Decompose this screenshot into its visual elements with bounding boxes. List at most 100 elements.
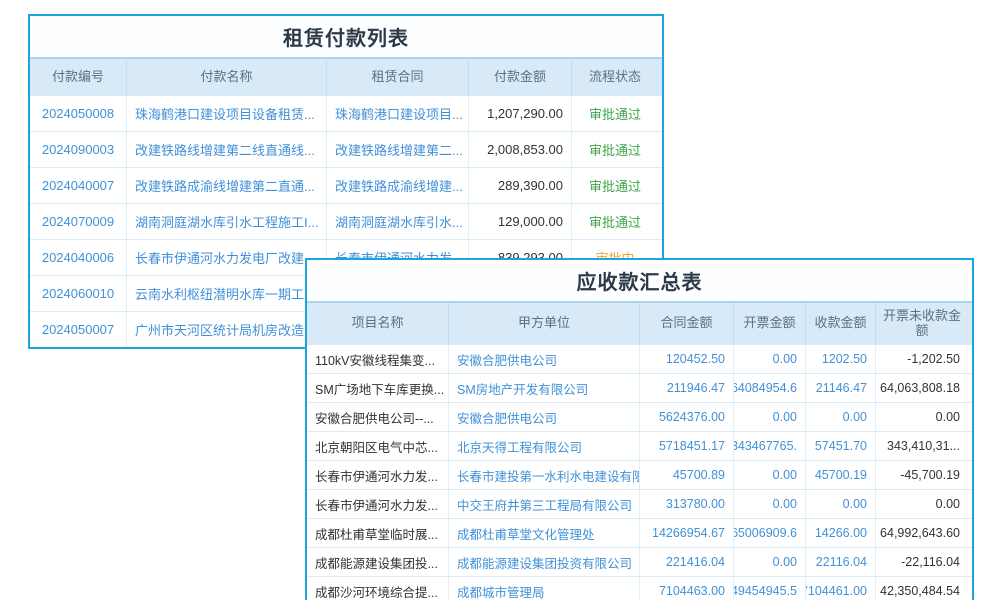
received-amount-value: 7104461.00 — [806, 577, 876, 600]
table-row: 安徽合肥供电公司--... 安徽合肥供电公司 5624376.00 0.00 0… — [307, 402, 972, 431]
receivables-table-header: 项目名称 甲方单位 合同金额 开票金额 收款金额 开票未收款金额 — [307, 303, 972, 344]
received-amount-value: 57451.70 — [806, 432, 876, 460]
payment-name-link[interactable]: 改建铁路成渝线增建第二直通... — [127, 168, 327, 203]
payment-id-link[interactable]: 2024050007 — [30, 312, 127, 347]
page: 租赁付款列表 付款编号 付款名称 租赁合同 付款金额 流程状态 20240500… — [0, 0, 1000, 600]
project-name-cell: 长春市伊通河水力发... — [307, 461, 449, 489]
received-amount-value: 21146.47 — [806, 374, 876, 402]
uncollected-amount-value: 0.00 — [876, 490, 968, 518]
lease-contract-link[interactable]: 珠海鹤港口建设项目... — [327, 96, 469, 131]
contract-amount-value: 211946.47 — [640, 374, 734, 402]
payment-name-link[interactable]: 湖南洞庭湖水库引水工程施工I... — [127, 204, 327, 239]
column-header-received-amount: 收款金额 — [806, 303, 876, 344]
payment-name-link[interactable]: 广州市天河区统计局机房改造... — [127, 312, 327, 347]
uncollected-amount-value: 64,063,808.18 — [876, 374, 968, 402]
table-row: 2024090003 改建铁路线增建第二线直通线... 改建铁路线增建第二...… — [30, 131, 662, 167]
received-amount-value: 0.00 — [806, 490, 876, 518]
invoiced-amount-value: 0.00 — [734, 403, 806, 431]
payment-name-link[interactable]: 长春市伊通河水力发电厂改建... — [127, 240, 327, 275]
payment-name-link[interactable]: 珠海鹤港口建设项目设备租赁... — [127, 96, 327, 131]
invoiced-amount-value: 0.00 — [734, 548, 806, 576]
column-header-contract-amount: 合同金额 — [640, 303, 734, 344]
payment-amount-value: 1,207,290.00 — [469, 96, 572, 131]
status-badge: 审批通过 — [572, 132, 658, 167]
project-name-cell: SM广场地下车库更换... — [307, 374, 449, 402]
party-a-link[interactable]: SM房地产开发有限公司 — [449, 374, 640, 402]
project-name-cell: 110kV安徽线程集变... — [307, 345, 449, 373]
column-header-project-name: 项目名称 — [307, 303, 449, 344]
contract-amount-value: 120452.50 — [640, 345, 734, 373]
contract-amount-value: 14266954.67 — [640, 519, 734, 547]
received-amount-value: 22116.04 — [806, 548, 876, 576]
lease-contract-link[interactable]: 改建铁路成渝线增建... — [327, 168, 469, 203]
lease-contract-link[interactable]: 湖南洞庭湖水库引水... — [327, 204, 469, 239]
receivables-table-title: 应收款汇总表 — [307, 260, 972, 303]
status-badge: 审批通过 — [572, 204, 658, 239]
table-row: SM广场地下车库更换... SM房地产开发有限公司 211946.47 6408… — [307, 373, 972, 402]
invoiced-amount-value: 65006909.6 — [734, 519, 806, 547]
payment-id-link[interactable]: 2024060010 — [30, 276, 127, 311]
payment-id-link[interactable]: 2024090003 — [30, 132, 127, 167]
contract-amount-value: 5624376.00 — [640, 403, 734, 431]
project-name-cell: 成都沙河环境综合提... — [307, 577, 449, 600]
payment-id-link[interactable]: 2024040007 — [30, 168, 127, 203]
column-header-party-a: 甲方单位 — [449, 303, 640, 344]
party-a-link[interactable]: 北京天得工程有限公司 — [449, 432, 640, 460]
invoiced-amount-value: 0.00 — [734, 461, 806, 489]
table-row: 2024050008 珠海鹤港口建设项目设备租赁... 珠海鹤港口建设项目...… — [30, 95, 662, 131]
party-a-link[interactable]: 安徽合肥供电公司 — [449, 403, 640, 431]
table-row: 2024040007 改建铁路成渝线增建第二直通... 改建铁路成渝线增建...… — [30, 167, 662, 203]
payment-name-link[interactable]: 改建铁路线增建第二线直通线... — [127, 132, 327, 167]
lease-table-header: 付款编号 付款名称 租赁合同 付款金额 流程状态 — [30, 59, 662, 95]
table-row: 成都杜甫草堂临时展... 成都杜甫草堂文化管理处 14266954.67 650… — [307, 518, 972, 547]
party-a-link[interactable]: 成都城市管理局 — [449, 577, 640, 600]
party-a-link[interactable]: 中交王府井第三工程局有限公司 — [449, 490, 640, 518]
uncollected-amount-value: 343,410,31... — [876, 432, 968, 460]
table-row: 成都能源建设集团投... 成都能源建设集团投资有限公司 221416.04 0.… — [307, 547, 972, 576]
contract-amount-value: 7104463.00 — [640, 577, 734, 600]
invoiced-amount-value: 49454945.5 — [734, 577, 806, 600]
column-header-invoiced-amount: 开票金额 — [734, 303, 806, 344]
uncollected-amount-value: 42,350,484.54 — [876, 577, 968, 600]
party-a-link[interactable]: 成都能源建设集团投资有限公司 — [449, 548, 640, 576]
payment-name-link[interactable]: 云南水利枢纽潜明水库一期工... — [127, 276, 327, 311]
column-header-payment-name: 付款名称 — [127, 59, 327, 95]
received-amount-value: 45700.19 — [806, 461, 876, 489]
payment-id-link[interactable]: 2024070009 — [30, 204, 127, 239]
received-amount-value: 0.00 — [806, 403, 876, 431]
received-amount-value: 1202.50 — [806, 345, 876, 373]
uncollected-amount-value: -22,116.04 — [876, 548, 968, 576]
project-name-cell: 安徽合肥供电公司--... — [307, 403, 449, 431]
payment-id-link[interactable]: 2024040006 — [30, 240, 127, 275]
table-row: 成都沙河环境综合提... 成都城市管理局 7104463.00 49454945… — [307, 576, 972, 600]
uncollected-amount-value: -1,202.50 — [876, 345, 968, 373]
received-amount-value: 14266.00 — [806, 519, 876, 547]
column-header-payment-amount: 付款金额 — [469, 59, 572, 95]
invoiced-amount-value: 0.00 — [734, 490, 806, 518]
project-name-cell: 北京朝阳区电气中芯... — [307, 432, 449, 460]
payment-amount-value: 2,008,853.00 — [469, 132, 572, 167]
column-header-payment-id: 付款编号 — [30, 59, 127, 95]
table-row: 2024070009 湖南洞庭湖水库引水工程施工I... 湖南洞庭湖水库引水..… — [30, 203, 662, 239]
table-row: 110kV安徽线程集变... 安徽合肥供电公司 120452.50 0.00 1… — [307, 344, 972, 373]
project-name-cell: 成都能源建设集团投... — [307, 548, 449, 576]
column-header-invoiced-unreceived: 开票未收款金额 — [876, 303, 968, 344]
payment-id-link[interactable]: 2024050008 — [30, 96, 127, 131]
status-badge: 审批通过 — [572, 168, 658, 203]
party-a-link[interactable]: 安徽合肥供电公司 — [449, 345, 640, 373]
invoiced-amount-value: 64084954.6 — [734, 374, 806, 402]
uncollected-amount-value: 64,992,643.60 — [876, 519, 968, 547]
column-header-status: 流程状态 — [572, 59, 658, 95]
table-row: 长春市伊通河水力发... 中交王府井第三工程局有限公司 313780.00 0.… — [307, 489, 972, 518]
status-badge: 审批通过 — [572, 96, 658, 131]
invoiced-amount-value: 0.00 — [734, 345, 806, 373]
payment-amount-value: 289,390.00 — [469, 168, 572, 203]
party-a-link[interactable]: 成都杜甫草堂文化管理处 — [449, 519, 640, 547]
lease-contract-link[interactable]: 改建铁路线增建第二... — [327, 132, 469, 167]
uncollected-amount-value: 0.00 — [876, 403, 968, 431]
invoiced-amount-value: 343467765. — [734, 432, 806, 460]
party-a-link[interactable]: 长春市建投第一水利水电建设有限 — [449, 461, 640, 489]
table-row: 北京朝阳区电气中芯... 北京天得工程有限公司 5718451.17 34346… — [307, 431, 972, 460]
contract-amount-value: 5718451.17 — [640, 432, 734, 460]
project-name-cell: 长春市伊通河水力发... — [307, 490, 449, 518]
